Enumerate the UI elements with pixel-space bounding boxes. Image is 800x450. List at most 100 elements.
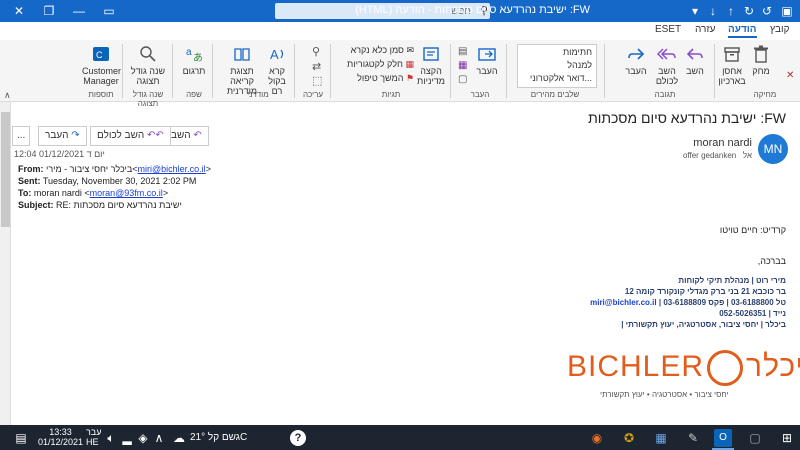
tab-message[interactable]: הודעה xyxy=(728,24,757,38)
group-label-language: שפה xyxy=(186,90,202,99)
onenote-icon[interactable]: ▦ xyxy=(458,60,467,71)
signature-name: מירי רוט | מנהלת תיקי לקוחות xyxy=(678,276,786,285)
group-label-move: העבר xyxy=(470,90,490,99)
immersive-reader-icon xyxy=(234,48,250,61)
quick-step-item[interactable]: למנהל xyxy=(567,60,592,70)
windows-start-icon[interactable]: ⊞ xyxy=(778,429,796,447)
translate-button[interactable]: aあ תרגום xyxy=(180,44,208,76)
tab-help[interactable]: עזרה xyxy=(695,24,715,35)
title-bar: ✕ ❐ — ▭ ⚲ FW: ישיבת נהרדעא סיום מסכתות -… xyxy=(0,0,800,22)
customer-manager-icon: C xyxy=(93,47,109,61)
archive-button[interactable]: אחסן בארכיון xyxy=(718,44,746,86)
select-icon[interactable]: ⬚ xyxy=(312,74,322,87)
bichler-logo: BICHLERביכלר xyxy=(567,350,800,387)
zoom-button[interactable]: שנה גודל תצוגה xyxy=(128,44,168,86)
fwd-to-email-link[interactable]: moran@93fm.co.il xyxy=(90,188,163,198)
recipient-name[interactable]: offer gedanken xyxy=(683,151,736,160)
save-icon[interactable]: ▣ xyxy=(778,2,796,20)
svg-text:A: A xyxy=(270,47,279,62)
more-actions-button[interactable]: ... xyxy=(12,126,31,146)
app2-icon[interactable]: ▦ xyxy=(652,429,670,447)
app3-icon[interactable]: ✎ xyxy=(684,429,702,447)
redo-icon[interactable]: ↻ xyxy=(740,2,758,20)
input-language[interactable]: עבר HE xyxy=(86,427,101,447)
firefox-icon[interactable]: ◉ xyxy=(588,429,606,447)
categorize-button[interactable]: ▦ חלק לקטגוריות xyxy=(336,59,414,70)
customer-manager-button[interactable]: C Customer Manager xyxy=(82,44,121,86)
minimize-icon[interactable]: — xyxy=(70,2,88,20)
trash-icon xyxy=(754,45,768,63)
logo-emblem-icon xyxy=(707,350,744,387)
close-icon[interactable]: ✕ xyxy=(10,2,28,20)
fwd-from-email-link[interactable]: miri@bichler.co.il xyxy=(138,164,206,174)
read-aloud-icon: A xyxy=(270,47,284,62)
find-icon[interactable]: ⚲ xyxy=(312,45,320,58)
policy-icon xyxy=(423,47,439,61)
rules-icon[interactable]: ▤ xyxy=(458,46,467,57)
undo-icon[interactable]: ↺ xyxy=(758,2,776,20)
fwd-to-row: To: moran nardi <moran@93fm.co.il> xyxy=(18,188,169,198)
read-aloud-button[interactable]: A קרא בקול רם xyxy=(262,44,292,96)
reply-icon: ↶ xyxy=(193,130,202,141)
group-label-editing: עריכה xyxy=(302,90,324,99)
restore-icon[interactable]: ❐ xyxy=(40,2,58,20)
reply-button[interactable]: השב xyxy=(682,44,708,76)
window-title: FW: ישיבת נהרדעא סיום מסכתות - הודעה (HT… xyxy=(355,4,590,16)
reply-all-inline-button[interactable]: השב לכולם ↶↶ xyxy=(90,126,171,146)
assign-policy-button[interactable]: הקצה מדיניות xyxy=(416,44,446,86)
signature-tagline: ביכלר | יחסי ציבור, אסטרטגיה, יעוץ תקשור… xyxy=(621,320,786,329)
forward-button[interactable]: העבר xyxy=(622,44,650,76)
tab-eset[interactable]: ESET xyxy=(655,24,681,35)
group-label-tags: תגיות xyxy=(381,90,401,99)
immersive-reader-button[interactable]: תצוגת קריאה מודרנית xyxy=(222,44,262,96)
ignore-icon[interactable]: ✕ xyxy=(786,70,794,81)
quick-steps-gallery[interactable]: חתימות למנהל דואר אלקטרוני... xyxy=(517,44,597,88)
outlook-icon[interactable]: O xyxy=(714,429,732,447)
svg-text:あ: あ xyxy=(193,52,203,64)
notifications-icon[interactable]: ▤ xyxy=(12,429,30,447)
quick-access-more-icon[interactable]: ▾ xyxy=(686,2,704,20)
message-date: יום ד 01/12/2021 12:04 xyxy=(14,149,105,159)
body-credit: קרדיט: חיים טויטו xyxy=(719,225,786,235)
help-icon[interactable]: ? xyxy=(290,430,306,446)
mark-unread-button[interactable]: ✉ סמן כלא נקרא xyxy=(336,45,414,56)
related-icon[interactable]: ⇄ xyxy=(312,60,321,73)
actions-icon[interactable]: ▢ xyxy=(458,74,467,85)
avatar[interactable]: MN xyxy=(758,134,788,164)
signature-contact: טל 03-6188800 | פקס 03-6188809 | miri@bi… xyxy=(590,298,786,307)
move-button[interactable]: העבר xyxy=(474,44,500,76)
flag-icon: ⚑ xyxy=(403,73,414,83)
ribbon: מחק אחסן בארכיון ✕ מחיקה השב השב לכולם ה… xyxy=(0,40,800,108)
weather-text[interactable]: גשם קל 21°C xyxy=(190,432,247,443)
app-icon[interactable]: ✪ xyxy=(620,429,638,447)
quick-step-item[interactable]: חתימות xyxy=(563,47,592,57)
ribbon-tabs: קובץ הודעה עזרה ESET xyxy=(0,22,800,40)
svg-text:C: C xyxy=(96,50,103,60)
recipient-row: אל offer gedanken xyxy=(683,151,752,160)
move-folder-icon xyxy=(478,48,496,61)
forward-icon: ↷ xyxy=(71,130,80,141)
quick-step-item[interactable]: דואר אלקטרוני... xyxy=(530,73,592,83)
delete-button[interactable]: מחק xyxy=(750,44,772,76)
scrollbar-thumb[interactable] xyxy=(1,112,10,227)
tab-file[interactable]: קובץ xyxy=(770,24,790,35)
ribbon-display-icon[interactable]: ▭ xyxy=(100,2,118,20)
down-arrow-icon[interactable]: ↓ xyxy=(704,2,722,20)
sender-name[interactable]: moran nardi xyxy=(693,137,752,149)
up-arrow-icon[interactable]: ↑ xyxy=(722,2,740,20)
forward-inline-button[interactable]: העבר ↷ xyxy=(38,126,87,146)
taskbar-date: 13:33 01/12/2021 xyxy=(38,427,84,447)
collapse-ribbon-icon[interactable]: ∧ xyxy=(4,90,11,101)
group-label-zoom: שנה גודל תצוגה xyxy=(132,90,164,108)
tray-expand-icon[interactable]: ∧ xyxy=(150,429,168,447)
follow-up-button[interactable]: ⚑ המשך טיפול xyxy=(336,73,414,84)
signature-email-link[interactable]: miri@bichler.co.il xyxy=(590,298,657,307)
reply-all-button[interactable]: השב לכולם xyxy=(652,44,682,86)
svg-text:a: a xyxy=(186,47,192,58)
envelope-icon: ✉ xyxy=(403,45,414,55)
group-label-delete: מחיקה xyxy=(753,90,777,99)
forward-icon xyxy=(628,48,645,60)
weather-icon[interactable]: ☁ xyxy=(170,429,188,447)
app4-icon[interactable]: ▢ xyxy=(746,429,764,447)
group-label-quick-steps: שלבים מהירים xyxy=(530,90,580,99)
